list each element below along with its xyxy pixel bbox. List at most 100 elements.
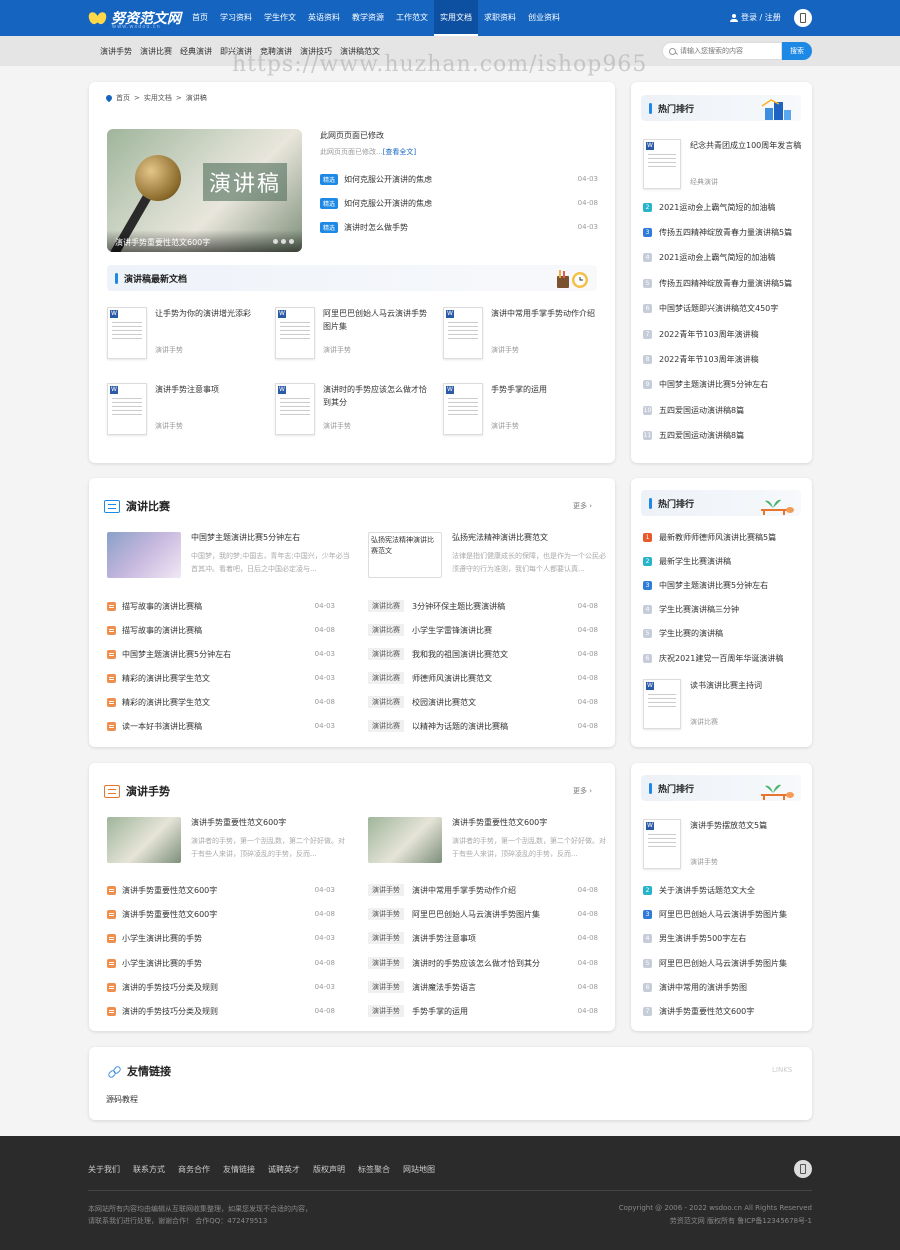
footer-link[interactable]: 友情链接 (223, 1164, 255, 1175)
subnav-item[interactable]: 经典演讲 (180, 46, 212, 57)
contest-feature[interactable]: 中国梦主题演讲比赛5分钟左右 中国梦，我的梦;中国志，青年志;中国兴，少年必当首… (107, 532, 350, 582)
contest-more-link[interactable]: 更多 › (573, 501, 592, 511)
rank-item[interactable]: 7 演讲手势重要性范文600字 (643, 1005, 803, 1017)
rank-item[interactable]: 1 最新教师师德师风演讲比赛稿5篇 (643, 531, 803, 543)
mobile-icon[interactable] (794, 9, 812, 27)
gesture-list-item[interactable]: 演讲手势 阿里巴巴创始人马云演讲手势图片集 04-08 (368, 908, 598, 920)
rank-item[interactable]: 4 男生演讲手势500字左右 (643, 932, 803, 944)
rank-item[interactable]: 2 关于演讲手势话题范文大全 (643, 884, 803, 896)
site-logo[interactable]: 努资范文网 www.wsdoo.cn (86, 6, 181, 30)
contest-list-item[interactable]: 精彩的演讲比赛学生范文 04-03 (107, 672, 335, 684)
nav-english[interactable]: 英语资料 (302, 0, 346, 36)
contest-list-item[interactable]: 读一本好书演讲比赛稿 04-03 (107, 720, 335, 732)
rank-item[interactable]: 7 2022青年节103周年演讲稿 (643, 328, 803, 340)
contest-list-item[interactable]: 演讲比赛 3分钟环保主题比赛演讲稿 04-08 (368, 600, 598, 612)
gesture-list-item[interactable]: 演讲的手势技巧分类及规则 04-03 (107, 981, 335, 993)
doc-item[interactable]: 演讲中常用手掌手势动作介绍演讲手势 (443, 307, 595, 365)
contest-list-item[interactable]: 演讲比赛 校园演讲比赛范文 04-08 (368, 696, 598, 708)
headline-item[interactable]: 精选 如何克服公开演讲的焦虑 04-08 (320, 197, 598, 209)
contest-list-item[interactable]: 演讲比赛 以精神为话题的演讲比赛稿 04-08 (368, 720, 598, 732)
footer-link[interactable]: 版权声明 (313, 1164, 345, 1175)
gesture-list-item[interactable]: 演讲手势重要性范文600字 04-03 (107, 884, 335, 896)
hot-feature[interactable]: 读书演讲比赛主持词演讲比赛 (643, 679, 803, 735)
search-input[interactable] (680, 47, 775, 55)
rank-item[interactable]: 5 学生比赛的演讲稿 (643, 627, 803, 639)
banner-carousel[interactable]: 演讲稿 演讲手势重要性范文600字 (107, 129, 302, 252)
contest-list-item[interactable]: 描写故事的演讲比赛稿 04-03 (107, 600, 335, 612)
subnav-item[interactable]: 演讲技巧 (300, 46, 332, 57)
contest-feature[interactable]: 弘扬宪法精神演讲比赛范文 弘扬宪法精神演讲比赛范文 法律是指们健康成长的保障，也… (368, 532, 608, 582)
rank-item[interactable]: 4 2021运动会上霸气简短的加油稿 (643, 251, 803, 263)
gesture-list-item[interactable]: 小学生演讲比赛的手势 04-08 (107, 957, 335, 969)
gesture-list-item[interactable]: 小学生演讲比赛的手势 04-03 (107, 932, 335, 944)
rank-item[interactable]: 2 2021运动会上霸气简短的加油稿 (643, 201, 803, 213)
gesture-list-item[interactable]: 演讲的手势技巧分类及规则 04-08 (107, 1005, 335, 1017)
nav-home[interactable]: 首页 (186, 0, 214, 36)
carousel-dots[interactable] (273, 239, 294, 244)
gesture-list-item[interactable]: 演讲手势 演讲魔法手势语言 04-08 (368, 981, 598, 993)
contest-list-item[interactable]: 演讲比赛 师德师风演讲比赛范文 04-08 (368, 672, 598, 684)
breadcrumb-current[interactable]: 演讲稿 (186, 93, 207, 103)
rank-item[interactable]: 11 五四爱国运动演讲稿8篇 (643, 429, 803, 441)
doc-item[interactable]: 手势手掌的运用演讲手势 (443, 383, 593, 441)
rank-item[interactable]: 3 传扬五四精神绽放青春力量演讲稿5篇 (643, 226, 803, 238)
rank-item[interactable]: 10 五四爱国运动演讲稿8篇 (643, 404, 803, 416)
hot-feature[interactable]: 纪念共青团成立100周年发言稿经典演讲 (643, 139, 803, 195)
footer-link[interactable]: 网站地图 (403, 1164, 435, 1175)
rank-item[interactable]: 6 庆祝2021建党一百周年华诞演讲稿 (643, 652, 803, 664)
contest-list-item[interactable]: 演讲比赛 小学生学雷锋演讲比赛 04-08 (368, 624, 598, 636)
rank-item[interactable]: 5 阿里巴巴创始人马云演讲手势图片集 (643, 957, 803, 969)
breadcrumb-home[interactable]: 首页 (116, 93, 130, 103)
nav-essay[interactable]: 学生作文 (258, 0, 302, 36)
rank-item[interactable]: 9 中国梦主题演讲比赛5分钟左右 (643, 378, 803, 390)
rank-item[interactable]: 3 中国梦主题演讲比赛5分钟左右 (643, 579, 803, 591)
gesture-list-item[interactable]: 演讲手势重要性范文600字 04-08 (107, 908, 335, 920)
nav-practical[interactable]: 实用文档 (434, 0, 478, 36)
hot-feature[interactable]: 演讲手势摆放范文5篇演讲手势 (643, 819, 803, 875)
nav-startup[interactable]: 创业资料 (522, 0, 566, 36)
rank-item[interactable]: 6 演讲中常用的演讲手势图 (643, 981, 803, 993)
rank-item[interactable]: 2 最新学生比赛演讲稿 (643, 555, 803, 567)
footer-link[interactable]: 诚聘英才 (268, 1164, 300, 1175)
doc-item[interactable]: 阿里巴巴创始人马云演讲手势图片集演讲手势 (275, 307, 427, 365)
rank-item[interactable]: 3 阿里巴巴创始人马云演讲手势图片集 (643, 908, 803, 920)
contest-list-item[interactable]: 精彩的演讲比赛学生范文 04-08 (107, 696, 335, 708)
headline-item[interactable]: 精选 演讲时怎么做手势 04-03 (320, 221, 598, 233)
gesture-list-item[interactable]: 演讲手势 手势手掌的运用 04-08 (368, 1005, 598, 1017)
nav-job[interactable]: 求职资料 (478, 0, 522, 36)
contest-list-item[interactable]: 演讲比赛 我和我的祖国演讲比赛范文 04-08 (368, 648, 598, 660)
gesture-more-link[interactable]: 更多 › (573, 786, 592, 796)
mobile-icon[interactable] (794, 1160, 812, 1178)
doc-item[interactable]: 演讲手势注意事项演讲手势 (107, 383, 257, 441)
subnav-item[interactable]: 竞聘演讲 (260, 46, 292, 57)
nav-work[interactable]: 工作范文 (390, 0, 434, 36)
rank-item[interactable]: 4 学生比赛演讲稿三分钟 (643, 603, 803, 615)
headline-item[interactable]: 精选 如何克服公开演讲的焦虑 04-03 (320, 173, 598, 185)
footer-link[interactable]: 标签聚合 (358, 1164, 390, 1175)
search-button[interactable]: 搜索 (782, 42, 812, 60)
subnav-item[interactable]: 演讲手势 (100, 46, 132, 57)
contest-list-item[interactable]: 描写故事的演讲比赛稿 04-08 (107, 624, 335, 636)
nav-study[interactable]: 学习资料 (214, 0, 258, 36)
gesture-feature[interactable]: 演讲手势重要性范文600字 演讲者的手势，第一个刮乱数，第二个好好做。对于有些人… (368, 817, 608, 867)
gesture-feature[interactable]: 演讲手势重要性范文600字 演讲者的手势，第一个刮乱数，第二个好好做。对于有些人… (107, 817, 347, 867)
subnav-item[interactable]: 演讲比赛 (140, 46, 172, 57)
breadcrumb-practical[interactable]: 实用文档 (144, 93, 172, 103)
contest-list-item[interactable]: 中国梦主题演讲比赛5分钟左右 04-03 (107, 648, 335, 660)
footer-link[interactable]: 关于我们 (88, 1164, 120, 1175)
rank-item[interactable]: 5 传扬五四精神绽放青春力量演讲稿5篇 (643, 277, 803, 289)
login-link[interactable]: 登录 / 注册 (730, 12, 781, 23)
nav-teaching[interactable]: 教学资源 (346, 0, 390, 36)
read-more-link[interactable]: [查看全文] (383, 148, 416, 156)
friend-link[interactable]: 源码教程 (106, 1094, 138, 1105)
footer-link[interactable]: 联系方式 (133, 1164, 165, 1175)
gesture-list-item[interactable]: 演讲手势 演讲手势注意事项 04-08 (368, 932, 598, 944)
footer-link[interactable]: 商务合作 (178, 1164, 210, 1175)
subnav-item[interactable]: 即兴演讲 (220, 46, 252, 57)
rank-item[interactable]: 8 2022青年节103周年演讲稿 (643, 353, 803, 365)
headline-title[interactable]: 此网页页面已修改 (320, 130, 384, 141)
subnav-item[interactable]: 演讲稿范文 (340, 46, 380, 57)
gesture-list-item[interactable]: 演讲手势 演讲时的手势应该怎么做才恰到其分 04-08 (368, 957, 598, 969)
rank-item[interactable]: 6 中国梦话题即兴演讲稿范文450字 (643, 302, 803, 314)
footer-icp[interactable]: 劳资范文网 版权所有 鲁ICP备12345678号-1 (670, 1216, 812, 1226)
